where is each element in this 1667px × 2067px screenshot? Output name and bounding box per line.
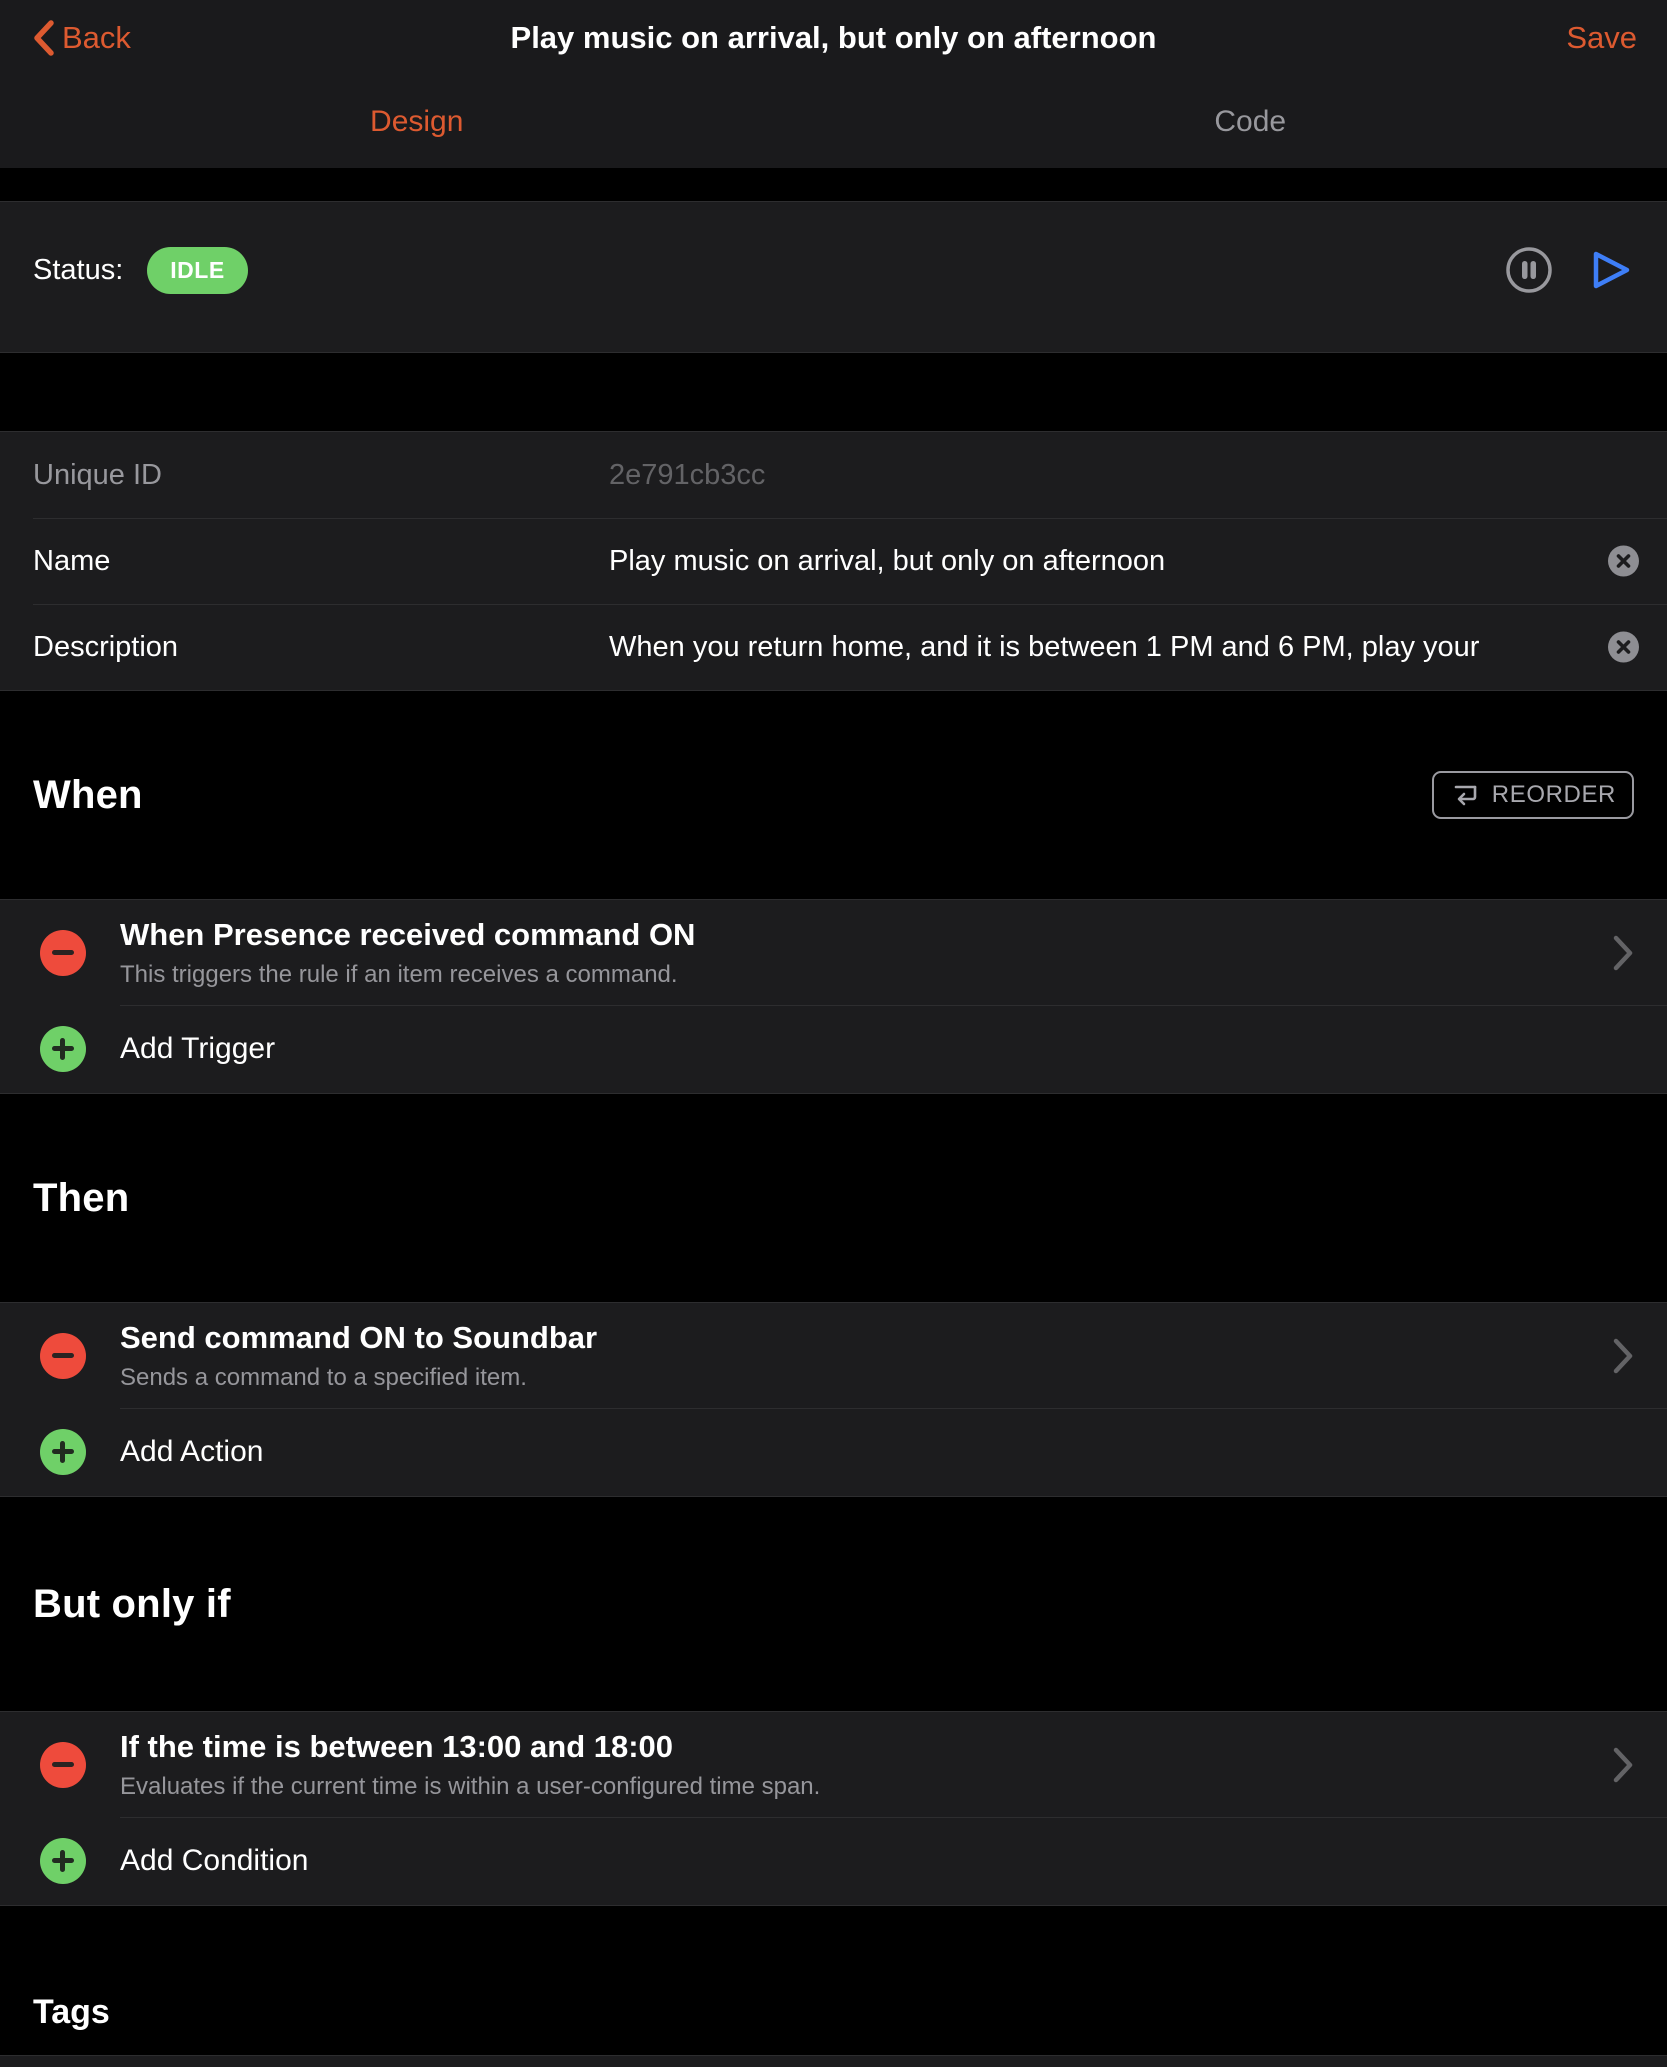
navbar: Play music on arrival, but only on after… (0, 0, 1667, 168)
condition-title: If the time is between 13:00 and 18:00 (120, 1729, 1600, 1765)
tab-bar: Design Code (0, 76, 1667, 168)
action-subtitle: Sends a command to a specified item. (120, 1364, 1600, 1392)
tab-design[interactable]: Design (0, 76, 834, 168)
reorder-button[interactable]: REORDER (1432, 771, 1634, 819)
gap (0, 352, 1667, 432)
action-title: Send command ON to Soundbar (120, 1320, 1600, 1356)
condition-text: If the time is between 13:00 and 18:00 E… (120, 1729, 1600, 1801)
rule-editor-screen: Play music on arrival, but only on after… (0, 0, 1667, 2067)
status-section: Status: IDLE (0, 202, 1667, 352)
reorder-icon (1450, 783, 1480, 807)
trigger-text: When Presence received command ON This t… (120, 917, 1600, 989)
action-row[interactable]: Send command ON to Soundbar Sends a comm… (0, 1303, 1667, 1408)
condition-section: If the time is between 13:00 and 18:00 E… (0, 1712, 1667, 1905)
then-heading: Then (33, 1176, 129, 1221)
unique-id-label: Unique ID (33, 459, 609, 492)
trigger-subtitle: This triggers the rule if an item receiv… (120, 961, 1600, 989)
pause-button[interactable] (1504, 245, 1554, 295)
clear-description-button[interactable] (1608, 632, 1639, 663)
tags-row-edge (0, 2055, 1667, 2067)
chevron-right-icon (1612, 934, 1634, 972)
navbar-top: Play music on arrival, but only on after… (0, 0, 1667, 76)
but-only-if-heading: But only if (33, 1582, 231, 1627)
plus-icon (40, 1026, 86, 1072)
add-trigger-label: Add Trigger (120, 1032, 275, 1066)
status-label: Status: (33, 254, 123, 287)
condition-row[interactable]: If the time is between 13:00 and 18:00 E… (0, 1712, 1667, 1817)
remove-trigger-button[interactable] (40, 930, 86, 976)
trigger-title: When Presence received command ON (120, 917, 1600, 953)
trigger-row[interactable]: When Presence received command ON This t… (0, 900, 1667, 1005)
add-action-button[interactable]: Add Action (0, 1408, 1667, 1496)
back-chevron-icon (30, 18, 56, 58)
action-text: Send command ON to Soundbar Sends a comm… (120, 1320, 1600, 1392)
pause-icon (1504, 245, 1554, 295)
description-label: Description (33, 631, 609, 664)
add-action-label: Add Action (120, 1435, 263, 1469)
tab-code[interactable]: Code (834, 76, 1667, 168)
remove-condition-button[interactable] (40, 1742, 86, 1788)
run-button[interactable] (1588, 246, 1634, 294)
status-badge: IDLE (147, 247, 247, 294)
gap (0, 168, 1667, 202)
clear-icon (1608, 632, 1639, 663)
when-heading: When (33, 773, 143, 818)
add-trigger-button[interactable]: Add Trigger (0, 1005, 1667, 1093)
when-section-header: When REORDER (0, 690, 1667, 900)
name-label: Name (33, 545, 609, 578)
plus-icon (40, 1429, 86, 1475)
back-button[interactable]: Back (30, 18, 131, 58)
page-title: Play music on arrival, but only on after… (0, 20, 1667, 56)
remove-action-button[interactable] (40, 1333, 86, 1379)
description-input[interactable]: When you return home, and it is between … (609, 631, 1634, 664)
unique-id-value: 2e791cb3cc (609, 459, 1634, 492)
condition-subtitle: Evaluates if the current time is within … (120, 1773, 1600, 1801)
reorder-label: REORDER (1492, 781, 1616, 809)
name-row: Name Play music on arrival, but only on … (0, 518, 1667, 604)
clear-name-button[interactable] (1608, 546, 1639, 577)
save-button[interactable]: Save (1566, 20, 1637, 56)
description-row: Description When you return home, and it… (0, 604, 1667, 690)
when-section: When Presence received command ON This t… (0, 900, 1667, 1093)
then-section-header: Then (0, 1093, 1667, 1303)
back-label: Back (62, 20, 131, 56)
condition-section-header: But only if (0, 1496, 1667, 1712)
tags-heading: Tags (33, 1993, 110, 2032)
add-condition-label: Add Condition (120, 1844, 308, 1878)
clear-icon (1608, 546, 1639, 577)
chevron-right-icon (1612, 1337, 1634, 1375)
add-condition-button[interactable]: Add Condition (0, 1817, 1667, 1905)
chevron-right-icon (1612, 1746, 1634, 1784)
unique-id-row: Unique ID 2e791cb3cc (0, 432, 1667, 518)
play-icon (1588, 246, 1634, 294)
plus-icon (40, 1838, 86, 1884)
tags-section-header: Tags (0, 1905, 1667, 2055)
name-input[interactable]: Play music on arrival, but only on after… (609, 545, 1634, 578)
then-section: Send command ON to Soundbar Sends a comm… (0, 1303, 1667, 1496)
rule-details-form: Unique ID 2e791cb3cc Name Play music on … (0, 432, 1667, 690)
